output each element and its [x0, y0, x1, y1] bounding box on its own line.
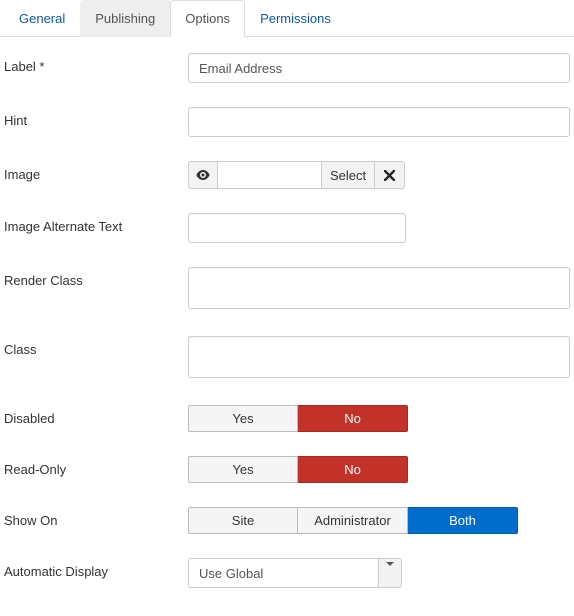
label-image: Image: [4, 161, 188, 182]
render-class-input[interactable]: [188, 267, 570, 309]
tab-publishing[interactable]: Publishing: [80, 0, 170, 37]
showon-admin-button[interactable]: Administrator: [298, 507, 408, 534]
image-alt-input[interactable]: [188, 213, 406, 243]
showon-site-button[interactable]: Site: [188, 507, 298, 534]
image-select-button[interactable]: Select: [322, 161, 375, 189]
showon-both-button[interactable]: Both: [408, 507, 518, 534]
label-input[interactable]: [188, 53, 570, 83]
eye-icon[interactable]: [188, 161, 218, 189]
disabled-toggle: Yes No: [188, 405, 408, 432]
readonly-no-button[interactable]: No: [298, 456, 408, 483]
class-input[interactable]: [188, 336, 570, 378]
image-clear-button[interactable]: [375, 161, 405, 189]
label-label: Label *: [4, 53, 188, 74]
options-form: Label * Hint Image Select: [0, 37, 574, 616]
image-path-display: [218, 161, 322, 189]
label-readonly: Read-Only: [4, 456, 188, 477]
label-disabled: Disabled: [4, 405, 188, 426]
tab-permissions[interactable]: Permissions: [245, 0, 346, 37]
readonly-yes-button[interactable]: Yes: [188, 456, 298, 483]
hint-input[interactable]: [188, 107, 570, 137]
disabled-no-button[interactable]: No: [298, 405, 408, 432]
tab-bar: General Publishing Options Permissions: [0, 0, 574, 37]
label-hint: Hint: [4, 107, 188, 128]
label-class: Class: [4, 336, 188, 357]
tab-general[interactable]: General: [4, 0, 80, 37]
label-auto-display: Automatic Display: [4, 558, 188, 579]
disabled-yes-button[interactable]: Yes: [188, 405, 298, 432]
label-showon: Show On: [4, 507, 188, 528]
tab-options[interactable]: Options: [170, 0, 245, 37]
close-icon: [384, 170, 395, 181]
image-picker: Select: [188, 161, 405, 189]
label-render-class: Render Class: [4, 267, 188, 288]
chevron-down-icon: [386, 566, 394, 581]
label-image-alt: Image Alternate Text: [4, 213, 188, 234]
readonly-toggle: Yes No: [188, 456, 408, 483]
showon-toggle: Site Administrator Both: [188, 507, 518, 534]
